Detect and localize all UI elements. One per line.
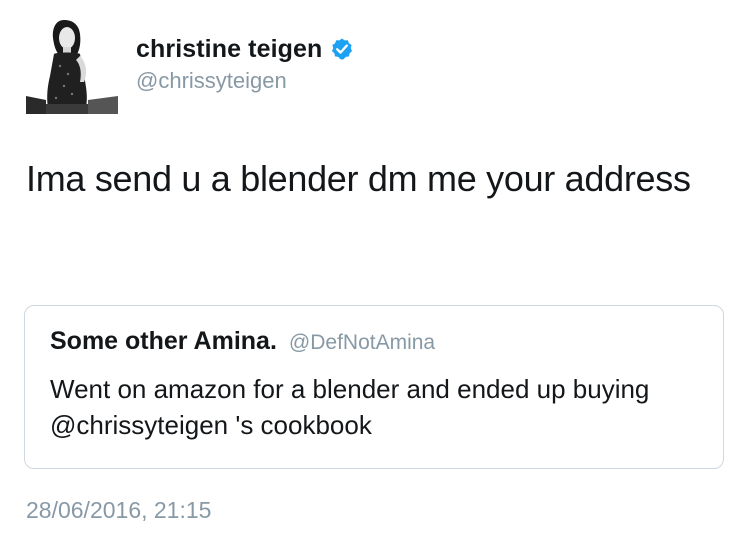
tweet-card: christine teigen @chrissyteigen Ima send… bbox=[0, 0, 749, 549]
quoted-tweet-header: Some other Amina. @DefNotAmina bbox=[50, 327, 435, 356]
quoted-tweet-text: Went on amazon for a blender and ended u… bbox=[50, 374, 650, 440]
quoted-display-name: Some other Amina. bbox=[50, 327, 277, 355]
profile-photo-icon bbox=[26, 16, 118, 114]
quoted-handle: @DefNotAmina bbox=[288, 331, 436, 354]
tweet-text: Ima send u a blender dm me your address bbox=[26, 158, 691, 199]
quoted-tweet[interactable]: Some other Amina. @DefNotAmina Went on a… bbox=[24, 305, 724, 469]
display-name-row: christine teigen bbox=[136, 32, 536, 66]
tweet-timestamp[interactable]: 28/06/2016, 21:15 bbox=[26, 497, 211, 524]
verified-badge-icon bbox=[330, 37, 354, 61]
tweet-header: christine teigen @chrissyteigen bbox=[26, 16, 353, 116]
author-names: christine teigen @chrissyteigen bbox=[136, 32, 536, 94]
avatar[interactable] bbox=[26, 16, 118, 114]
display-name[interactable]: christine teigen bbox=[136, 35, 322, 64]
author-handle[interactable]: @chrissyteigen bbox=[136, 68, 536, 94]
